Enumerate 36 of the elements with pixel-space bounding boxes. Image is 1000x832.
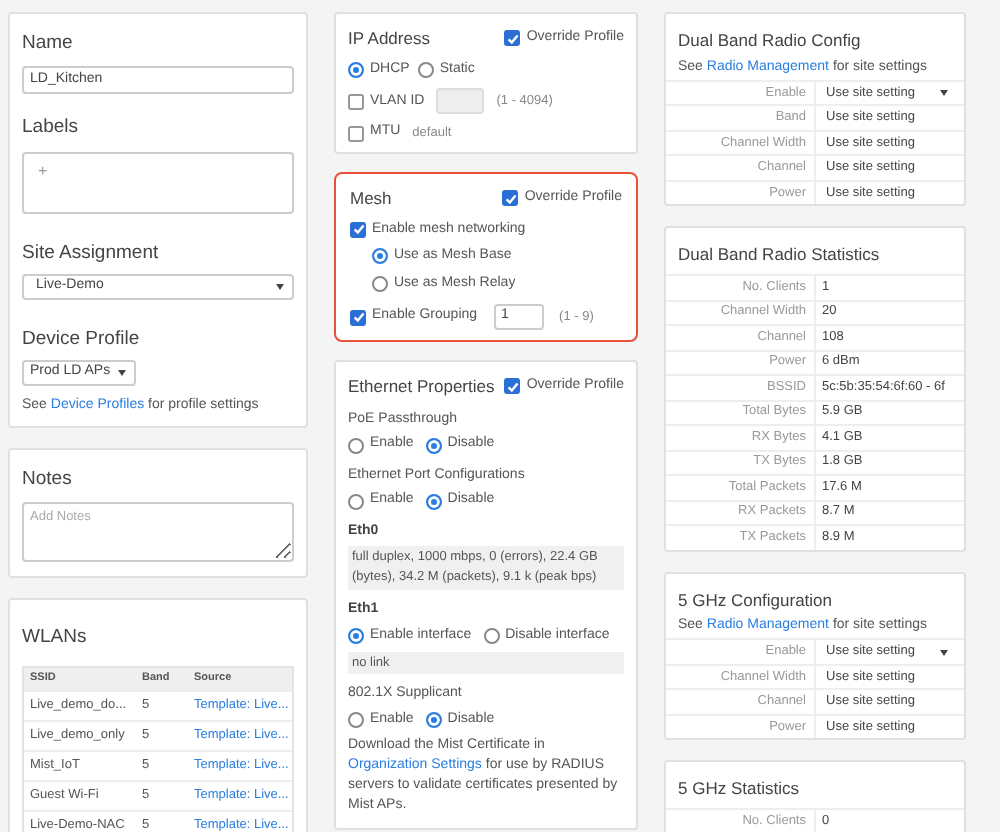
radio-button[interactable] bbox=[348, 628, 364, 644]
radio-button[interactable] bbox=[372, 248, 388, 265]
field-label: Labels bbox=[22, 114, 80, 143]
radio-button[interactable] bbox=[348, 437, 364, 453]
caret-icon bbox=[276, 283, 284, 290]
radio-button[interactable] bbox=[417, 62, 434, 78]
radio-button[interactable] bbox=[425, 493, 442, 509]
labels-field[interactable]: + bbox=[22, 151, 294, 213]
checkbox[interactable] bbox=[504, 30, 521, 47]
radio-button[interactable] bbox=[348, 493, 364, 509]
radio-button[interactable] bbox=[483, 628, 500, 644]
field-label: Name bbox=[22, 30, 75, 58]
radio-button[interactable] bbox=[425, 712, 442, 728]
card-title: Ethernet Properties bbox=[348, 374, 495, 400]
card-title: 5 GHz Configuration bbox=[676, 587, 835, 613]
caret-icon bbox=[940, 90, 948, 96]
vlan-id-field[interactable] bbox=[436, 88, 485, 115]
radio-button[interactable] bbox=[348, 62, 364, 78]
card-title: Dual Band Radio Config bbox=[676, 28, 863, 54]
card-title: WLANs bbox=[22, 624, 89, 653]
field-label: Device Profile bbox=[22, 325, 142, 354]
caret-icon bbox=[118, 370, 127, 376]
caret-icon bbox=[940, 649, 948, 655]
card-title: Dual Band Radio Statistics bbox=[676, 242, 882, 268]
radio-button[interactable] bbox=[348, 712, 364, 728]
radio-button[interactable] bbox=[425, 437, 442, 453]
card-title: 5 GHz Statistics bbox=[676, 776, 801, 802]
checkbox[interactable] bbox=[348, 125, 364, 141]
card-title: Mesh bbox=[350, 185, 392, 211]
radio-button[interactable] bbox=[372, 275, 388, 292]
card-title: IP Address bbox=[348, 26, 430, 52]
checkbox[interactable] bbox=[350, 221, 366, 238]
checkbox[interactable] bbox=[504, 378, 521, 395]
card-title: Notes bbox=[22, 466, 74, 494]
field-label: Site Assignment bbox=[22, 239, 161, 267]
checkbox[interactable] bbox=[348, 93, 364, 110]
